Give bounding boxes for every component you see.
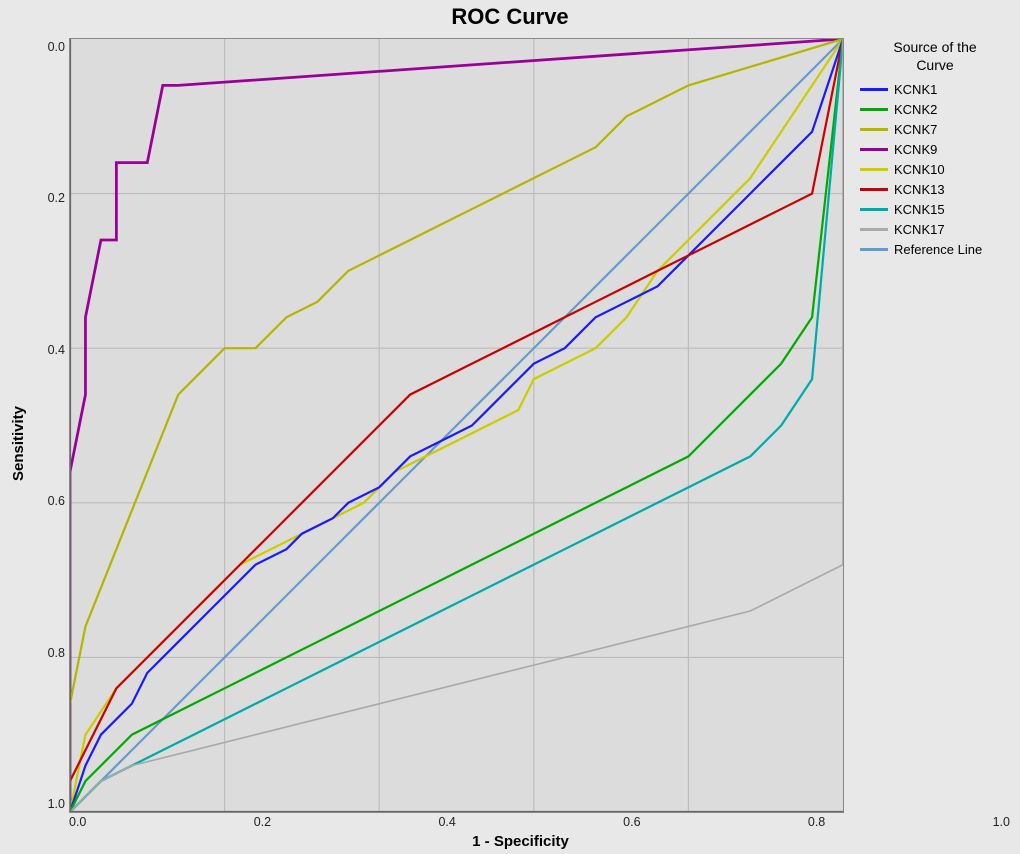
x-ticks: 0.0 0.2 0.4 0.6 0.8 1.0 — [69, 813, 1010, 829]
legend-item-label: KCNK2 — [894, 102, 937, 117]
legend-color-line — [860, 148, 888, 151]
legend-color-line — [860, 228, 888, 231]
chart-title: ROC Curve — [451, 4, 568, 30]
legend-item: KCNK7 — [860, 122, 1010, 137]
legend-item: KCNK10 — [860, 162, 1010, 177]
y-axis-label: Sensitivity — [10, 406, 27, 481]
legend-item-label: KCNK15 — [894, 202, 945, 217]
plot-row: 1.0 0.8 0.6 0.4 0.2 0.0 — [31, 38, 1010, 813]
legend-item-label: KCNK13 — [894, 182, 945, 197]
legend-item: KCNK9 — [860, 142, 1010, 157]
legend-color-line — [860, 108, 888, 111]
legend-title: Source of theCurve — [860, 38, 1010, 74]
outer-container: ROC Curve Sensitivity 1.0 0.8 0.6 0.4 0.… — [0, 0, 1020, 854]
y-ticks: 1.0 0.8 0.6 0.4 0.2 0.0 — [31, 38, 69, 813]
plot-area — [69, 38, 844, 813]
legend-item: KCNK17 — [860, 222, 1010, 237]
legend-item: KCNK13 — [860, 182, 1010, 197]
legend-item: KCNK15 — [860, 202, 1010, 217]
chart-body: Sensitivity 1.0 0.8 0.6 0.4 0.2 0.0 — [10, 38, 1010, 850]
x-axis-label: 1 - Specificity — [31, 833, 1010, 850]
legend-item-label: KCNK9 — [894, 142, 937, 157]
legend-item-label: KCNK10 — [894, 162, 945, 177]
legend-color-line — [860, 208, 888, 211]
axis-wrapper: 1.0 0.8 0.6 0.4 0.2 0.0 — [31, 38, 1010, 850]
legend-item-label: Reference Line — [894, 242, 982, 257]
legend-item-label: KCNK7 — [894, 122, 937, 137]
legend-item: KCNK2 — [860, 102, 1010, 117]
legend-color-line — [860, 88, 888, 91]
legend-color-line — [860, 168, 888, 171]
legend-color-line — [860, 248, 888, 251]
legend: Source of theCurve KCNK1KCNK2KCNK7KCNK9K… — [860, 38, 1010, 813]
legend-item: Reference Line — [860, 242, 1010, 257]
legend-color-line — [860, 128, 888, 131]
legend-items: KCNK1 KCNK2 KCNK7 KCNK9 KCNK10 KCNK13 KCNK15 KC… — [860, 82, 1010, 262]
roc-chart-svg — [70, 39, 843, 812]
legend-color-line — [860, 188, 888, 191]
legend-item-label: KCNK1 — [894, 82, 937, 97]
legend-item-label: KCNK17 — [894, 222, 945, 237]
legend-item: KCNK1 — [860, 82, 1010, 97]
